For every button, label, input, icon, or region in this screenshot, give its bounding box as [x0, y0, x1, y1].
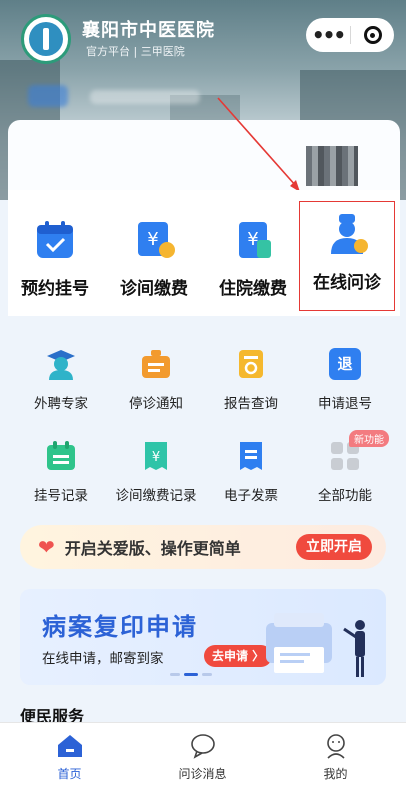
svg-text:¥: ¥ [247, 229, 258, 250]
service-register-record[interactable]: 挂号记录 [12, 440, 110, 504]
service-label: 诊间缴费 [120, 279, 188, 299]
service-e-invoice[interactable]: 电子发票 [202, 440, 300, 504]
refund-icon: 退 [329, 348, 361, 380]
doctor-icon [325, 212, 369, 256]
tab-label: 问诊消息 [178, 767, 227, 781]
payment-record-icon: ¥ [140, 440, 172, 472]
printer-illustration-icon [266, 613, 365, 677]
service-refund[interactable]: 退 申请退号 [296, 348, 394, 412]
service-label: 电子发票 [224, 488, 278, 504]
enable-care-button[interactable]: 立即开启 [296, 534, 372, 560]
service-label: 申请退号 [318, 396, 372, 412]
service-label: 预约挂号 [21, 279, 89, 299]
record-banner-title: 病案复印申请 [42, 613, 198, 641]
service-label: 报告查询 [224, 396, 278, 412]
report-search-icon [235, 348, 267, 380]
notice-board-icon [140, 348, 172, 380]
service-inpatient-payment[interactable]: ¥ 住院缴费 [204, 208, 302, 308]
care-mode-banner[interactable]: ❤ 开启关爱版、操作更简单 立即开启 [20, 525, 386, 569]
chat-icon [190, 733, 216, 759]
care-banner-text: 开启关爱版、操作更简单 [64, 539, 241, 558]
service-label: 诊间缴费记录 [115, 488, 197, 504]
service-label: 停诊通知 [129, 396, 183, 412]
svg-text:¥: ¥ [152, 450, 160, 465]
tab-label: 我的 [323, 767, 348, 781]
record-copy-banner[interactable]: 病案复印申请 在线申请，邮寄到家 去申请 〉 [20, 589, 386, 685]
service-appointment[interactable]: 预约挂号 [6, 208, 104, 308]
bottom-tab-bar: 首页 问诊消息 我的 [0, 722, 406, 797]
svg-text:¥: ¥ [147, 229, 158, 250]
service-label: 住院缴费 [219, 279, 287, 299]
record-banner-subtitle: 在线申请，邮寄到家 [42, 651, 164, 667]
heart-icon: ❤ [38, 535, 55, 559]
carousel-indicator [170, 673, 212, 676]
service-stop-notice[interactable]: 停诊通知 [107, 348, 205, 412]
new-feature-badge: 新功能 [349, 430, 389, 447]
yuan-card-icon: ¥ [132, 218, 176, 262]
service-label: 在线问诊 [313, 273, 381, 293]
invoice-icon [235, 440, 267, 472]
service-label: 全部功能 [318, 488, 372, 504]
service-report-query[interactable]: 报告查询 [202, 348, 300, 412]
service-label: 挂号记录 [34, 488, 88, 504]
service-payment-record[interactable]: ¥ 诊间缴费记录 [107, 440, 205, 504]
user-icon [323, 733, 349, 759]
tab-label: 首页 [57, 767, 82, 781]
service-online-consult[interactable]: 在线问诊 [299, 201, 395, 311]
expert-icon [45, 348, 77, 380]
tab-home[interactable]: 首页 [2, 733, 137, 782]
service-external-expert[interactable]: 外聘专家 [12, 348, 110, 412]
yuan-doc-icon: ¥ [231, 218, 275, 262]
register-record-icon [45, 440, 77, 472]
tab-mine[interactable]: 我的 [268, 733, 403, 782]
calendar-check-icon [33, 218, 77, 262]
home-icon [57, 733, 83, 759]
service-label: 外聘专家 [34, 396, 88, 412]
service-clinic-payment[interactable]: ¥ 诊间缴费 [105, 208, 203, 308]
tab-consult-messages[interactable]: 问诊消息 [135, 733, 270, 782]
service-all-functions[interactable]: 全部功能 [296, 440, 394, 504]
